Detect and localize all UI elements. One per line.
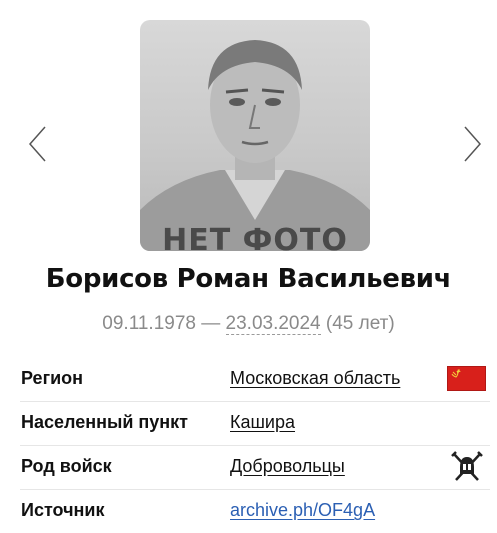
life-dates: 09.11.1978 — 23.03.2024 (45 лет) xyxy=(0,313,497,335)
locality-link[interactable]: Кашира xyxy=(230,412,295,433)
troops-link[interactable]: Добровольцы xyxy=(230,456,345,477)
details-table: Регион Московская область Населенный пун… xyxy=(20,358,490,533)
hammer-sickle-icon xyxy=(451,369,461,378)
crossed-swords-helmet-icon xyxy=(451,451,483,481)
next-button[interactable] xyxy=(460,124,486,164)
no-photo-label: НЕТ ФОТО xyxy=(162,223,348,251)
troops-label: Род войск xyxy=(21,456,112,476)
age: (45 лет) xyxy=(320,313,395,334)
person-name: Борисов Роман Васильевич xyxy=(45,264,452,294)
detail-row-troops: Род войск Добровольцы xyxy=(20,446,490,490)
portrait-photo: НЕТ ФОТО xyxy=(140,20,370,251)
source-link[interactable]: archive.ph/OF4gA xyxy=(230,500,375,521)
locality-label: Населенный пункт xyxy=(21,412,189,432)
detail-row-region: Регион Московская область xyxy=(20,358,490,402)
death-date[interactable]: 23.03.2024 xyxy=(225,313,321,335)
region-link[interactable]: Московская область xyxy=(230,368,400,389)
detail-row-locality: Населенный пункт Кашира xyxy=(20,402,490,446)
portrait-silhouette xyxy=(140,40,370,251)
previous-button[interactable] xyxy=(24,124,50,164)
chevron-right-icon xyxy=(464,126,482,162)
birth-date: 09.11.1978 xyxy=(102,313,196,334)
ussr-flag-icon xyxy=(447,366,486,391)
date-separator: — xyxy=(195,313,226,334)
detail-row-source: Источник archive.ph/OF4gA xyxy=(20,490,490,533)
region-label: Регион xyxy=(21,368,83,388)
chevron-left-icon xyxy=(28,126,46,162)
source-label: Источник xyxy=(21,500,105,520)
